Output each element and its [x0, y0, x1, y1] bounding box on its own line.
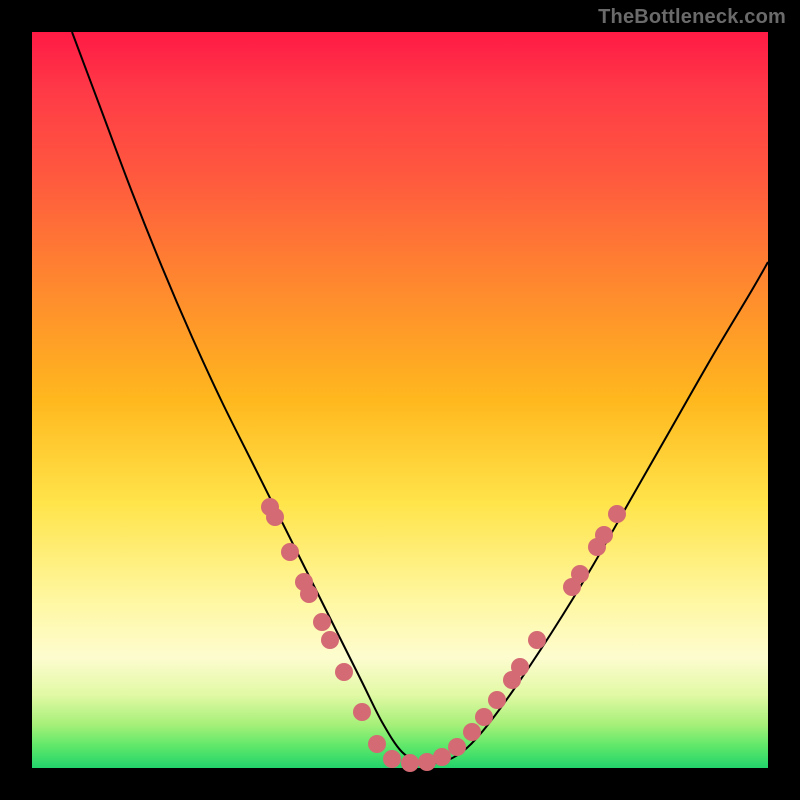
curve-marker: [463, 723, 481, 741]
curve-markers: [261, 498, 626, 772]
curve-marker: [511, 658, 529, 676]
curve-svg: [32, 32, 768, 768]
curve-marker: [448, 738, 466, 756]
curve-marker: [383, 750, 401, 768]
curve-marker: [300, 585, 318, 603]
plot-area: [32, 32, 768, 768]
curve-marker: [281, 543, 299, 561]
watermark-text: TheBottleneck.com: [598, 6, 786, 29]
curve-marker: [528, 631, 546, 649]
curve-marker: [321, 631, 339, 649]
bottleneck-curve: [72, 32, 768, 763]
curve-marker: [353, 703, 371, 721]
curve-marker: [488, 691, 506, 709]
curve-marker: [475, 708, 493, 726]
curve-marker: [595, 526, 613, 544]
curve-marker: [313, 613, 331, 631]
curve-marker: [266, 508, 284, 526]
curve-marker: [335, 663, 353, 681]
curve-marker: [608, 505, 626, 523]
curve-marker: [433, 748, 451, 766]
chart-frame: TheBottleneck.com: [0, 0, 800, 800]
curve-marker: [401, 754, 419, 772]
curve-marker: [368, 735, 386, 753]
curve-marker: [571, 565, 589, 583]
